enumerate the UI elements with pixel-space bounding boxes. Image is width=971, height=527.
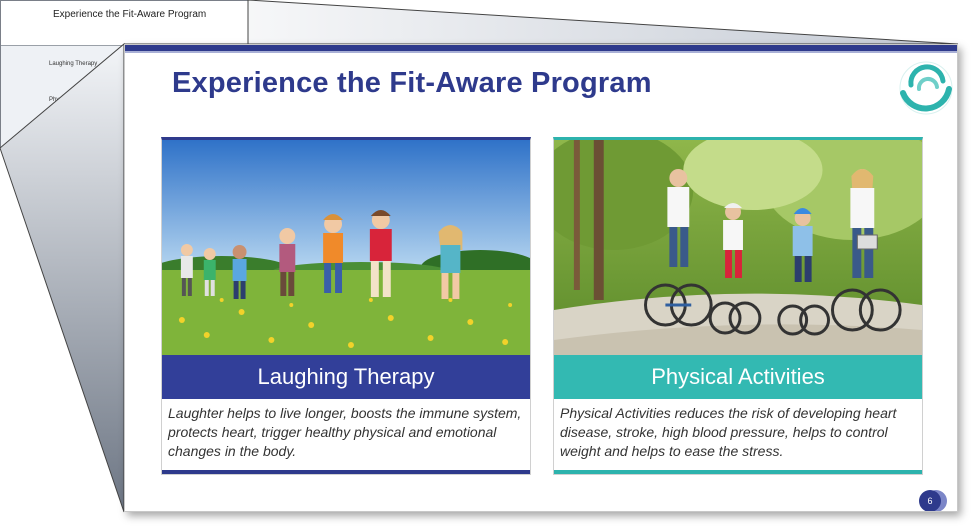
slide-6[interactable]: Experience the Fit-Aware Program Laughin… [124, 44, 958, 512]
card-description: Physical Activities reduces the risk of … [560, 405, 897, 459]
card-bottom-bar [162, 470, 530, 474]
family-cycling-photo [554, 140, 922, 355]
card-heading: Laughing Therapy [162, 355, 530, 399]
card-bottom-bar [554, 470, 922, 474]
card-laughing-therapy[interactable]: Laughing Therapy Laughter helps to live … [161, 137, 531, 475]
presentation-view: Experience the Fit-Aware Program Laughin… [0, 0, 971, 527]
card-heading: Physical Activities [554, 355, 922, 399]
page-number-badge: 6 [919, 490, 941, 511]
slide-title: Experience the Fit-Aware Program [172, 67, 652, 99]
kids-running-photo [162, 140, 530, 355]
card-physical-activities[interactable]: Physical Activities Physical Activities … [553, 137, 923, 475]
swirl-logo-icon [899, 61, 953, 115]
card-description: Laughter helps to live longer, boosts th… [168, 405, 522, 459]
slide-top-stripe-light [125, 51, 957, 53]
